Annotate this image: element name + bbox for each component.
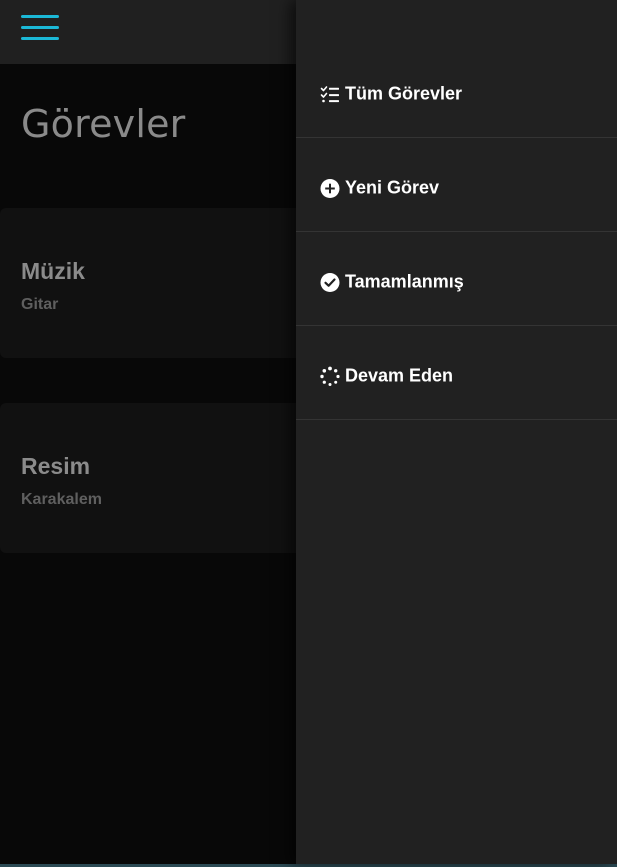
menu-item-new-task[interactable]: Yeni Görev [296,138,617,232]
menu-item-label: Devam Eden [345,365,454,386]
list-check-icon [320,84,340,104]
task-subtitle: Gitar [21,296,59,313]
task-title: Resim [21,453,91,479]
check-circle-icon [320,272,340,292]
navigation-drawer: Tüm Görevler Yeni Görev Tamamlanmış Deva… [296,0,617,864]
menu-item-completed[interactable]: Tamamlanmış [296,232,617,326]
app-root: Görevler Müzik Gitar Resim Karakalem Tüm… [0,0,617,867]
page-title: Görevler [21,102,186,146]
menu-item-label: Tamamlanmış [345,271,464,292]
task-title: Müzik [21,258,85,284]
hamburger-line [21,15,59,18]
hamburger-menu-icon[interactable] [21,15,59,43]
menu-item-in-progress[interactable]: Devam Eden [296,326,617,420]
menu-item-all-tasks[interactable]: Tüm Görevler [296,44,617,138]
hamburger-line [21,26,59,29]
plus-circle-icon [320,178,340,198]
menu-item-label: Yeni Görev [345,177,440,198]
task-subtitle: Karakalem [21,491,102,508]
hamburger-line [21,37,59,40]
spinner-icon [320,366,340,386]
menu-item-label: Tüm Görevler [345,83,463,104]
